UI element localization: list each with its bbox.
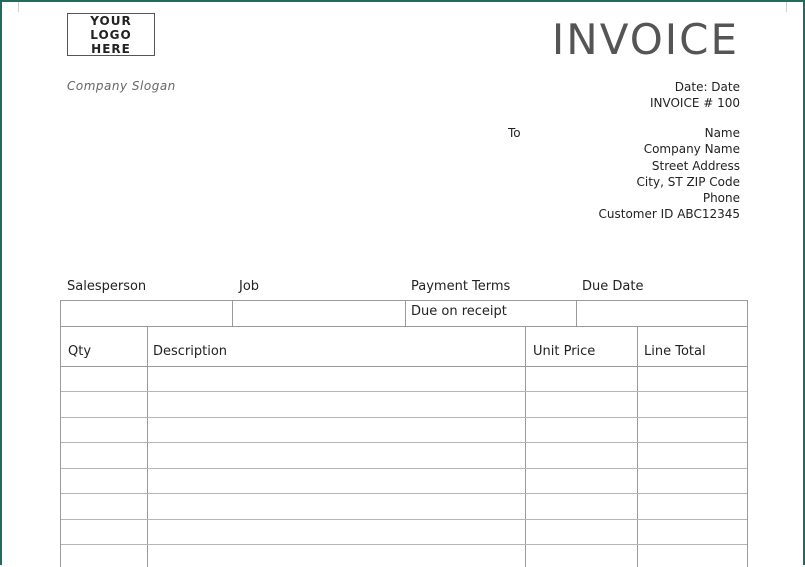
due-date-cell[interactable] [577,301,747,326]
header-description: Description [153,344,228,359]
info-table-header: Salesperson Job Payment Terms Due Date [60,279,748,299]
row-divider [61,442,747,443]
to-city: City, ST ZIP Code [636,174,740,189]
invoice-date: Date: Date [674,80,740,94]
job-cell[interactable] [233,301,406,326]
row-divider [61,391,747,392]
header-due-date: Due Date [582,279,644,294]
page-edge-left [18,2,19,12]
header-salesperson: Salesperson [67,279,147,294]
header-job: Job [239,279,260,294]
column-divider [147,327,148,567]
line-items-table: Qty Description Unit Price Line Total [60,327,748,567]
header-qty: Qty [68,344,92,359]
row-divider [61,544,747,545]
invoice-title: INVOICE [551,15,739,64]
to-label: To [508,126,521,140]
invoice-meta: Date: Date INVOICE # 100 [650,79,740,111]
info-table: Due on receipt [60,300,748,327]
row-divider [61,417,747,418]
to-street: Street Address [651,158,740,173]
company-slogan: Company Slogan [67,79,176,93]
header-payment-terms: Payment Terms [411,279,511,294]
invoice-number: INVOICE # 100 [649,96,740,110]
header-row-divider [61,366,747,367]
row-divider [61,519,747,520]
to-customer-id: Customer ID ABC12345 [598,207,740,222]
to-phone: Phone [702,191,740,206]
page-edge-right [786,2,787,12]
payment-terms-cell[interactable]: Due on receipt [406,301,577,326]
header-unit-price: Unit Price [533,344,596,359]
salesperson-cell[interactable] [61,301,233,326]
row-divider [61,493,747,494]
column-divider [525,327,526,567]
column-divider [637,327,638,567]
bill-to-address: Name Company Name Street Address City, S… [599,125,740,223]
to-company: Company Name [643,142,740,157]
row-divider [61,468,747,469]
to-name: Name [704,126,740,140]
header-line-total: Line Total [644,344,706,359]
company-logo: YOUR LOGO HERE [67,13,155,56]
